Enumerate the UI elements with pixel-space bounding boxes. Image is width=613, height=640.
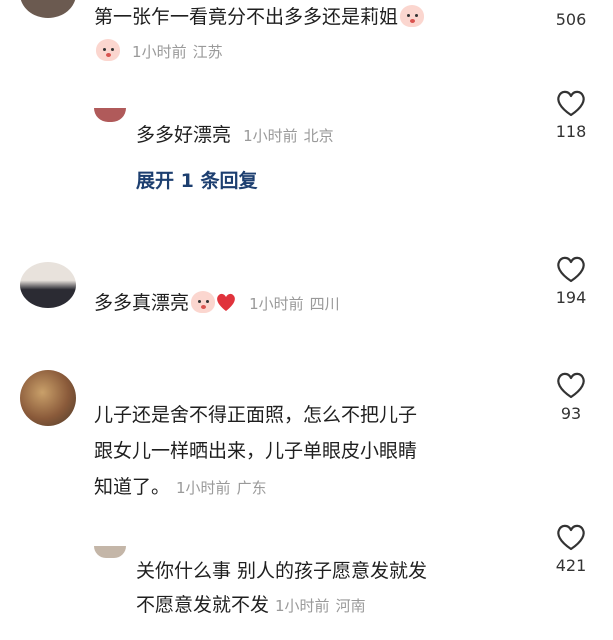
heart-outline-icon bbox=[557, 256, 585, 283]
heart-outline-icon bbox=[557, 372, 585, 399]
avatar[interactable] bbox=[20, 262, 76, 308]
like-button[interactable]: 194 bbox=[549, 254, 593, 307]
comment-text-line: 不愿意发就不发 bbox=[136, 594, 270, 616]
comment-text-line: 儿子还是舍不得正面照，怎么不把儿子 bbox=[94, 404, 418, 426]
comment-text-line: 知道了。 bbox=[94, 476, 171, 498]
comment-text: 第一张乍一看竟分不出多多还是莉姐 bbox=[94, 6, 399, 28]
peach-face-emoji-icon bbox=[400, 5, 425, 27]
comment-time: 1小时前 bbox=[132, 43, 187, 61]
like-count: 421 bbox=[555, 556, 587, 575]
comment-text: 多多真漂亮 bbox=[94, 292, 190, 314]
expand-replies-link[interactable]: 展开 1 条回复 bbox=[136, 166, 257, 193]
comment-time: 1小时前 bbox=[249, 295, 304, 313]
peach-face-emoji-icon bbox=[96, 39, 120, 61]
comment-time: 1小时前 bbox=[176, 479, 231, 497]
comment-text-line: 跟女儿一样晒出来，儿子单眼皮小眼睛 bbox=[94, 440, 418, 462]
comment-text-line: 关你什么事 别人的孩子愿意发就发 bbox=[136, 560, 428, 582]
like-button[interactable]: 118 bbox=[549, 88, 593, 141]
heart-outline-icon bbox=[557, 90, 585, 117]
like-button[interactable]: 93 bbox=[549, 370, 593, 423]
like-button[interactable]: 506 bbox=[549, 6, 593, 29]
comment-time: 1小时前 bbox=[275, 597, 330, 615]
like-count: 118 bbox=[555, 122, 587, 141]
like-count: 506 bbox=[555, 10, 587, 29]
red-heart-emoji-icon bbox=[217, 293, 235, 311]
comment-text: 多多好漂亮 bbox=[136, 124, 232, 146]
comment-location: 广东 bbox=[236, 479, 267, 497]
comment-location: 四川 bbox=[309, 295, 340, 313]
heart-outline-icon bbox=[557, 524, 585, 551]
like-button[interactable]: 421 bbox=[549, 522, 593, 575]
like-count: 93 bbox=[560, 404, 582, 423]
avatar[interactable] bbox=[94, 546, 126, 558]
comment-time: 1小时前 bbox=[243, 127, 298, 145]
avatar[interactable] bbox=[20, 370, 76, 426]
avatar[interactable] bbox=[94, 108, 126, 122]
avatar[interactable] bbox=[20, 0, 76, 18]
comment-location: 河南 bbox=[335, 597, 366, 615]
comment-location: 北京 bbox=[303, 127, 334, 145]
comment-location: 江苏 bbox=[192, 43, 223, 61]
like-count: 194 bbox=[555, 288, 587, 307]
peach-face-emoji-icon bbox=[191, 291, 216, 313]
